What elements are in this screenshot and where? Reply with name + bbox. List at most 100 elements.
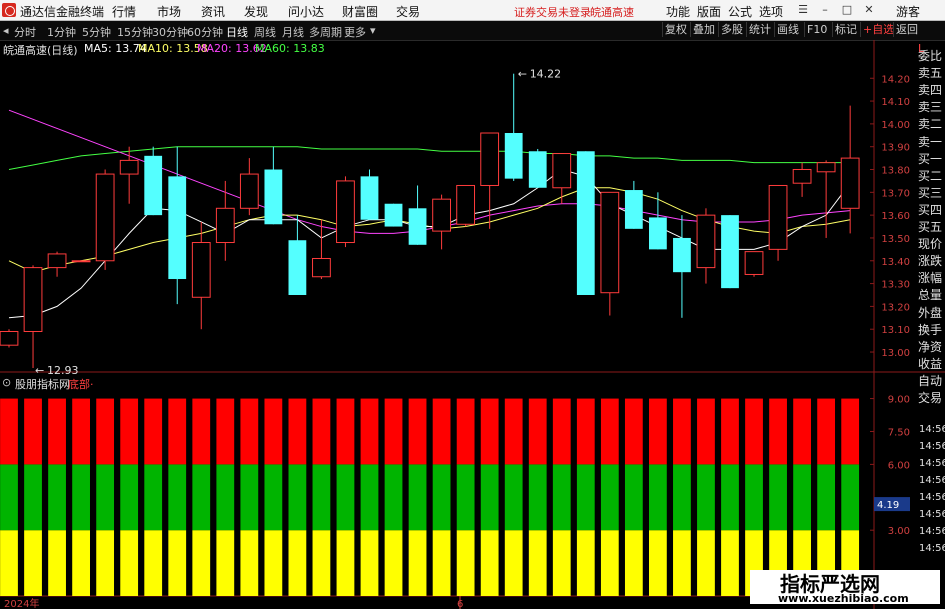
fq-button[interactable]: 复权 <box>662 22 689 37</box>
indicator-bar-segment <box>72 398 90 465</box>
maximize-icon[interactable]: □ <box>840 2 854 17</box>
kline-chart[interactable]: 14.20 14.10 14.00 13.90 13.80 13.70 13.60 13.50… <box>0 40 945 609</box>
candle-body <box>408 208 427 245</box>
menu-layout[interactable]: 版面 <box>697 3 721 20</box>
stats-button[interactable]: 统计 <box>746 22 773 37</box>
indicator-bar-segment <box>456 398 475 465</box>
price-tick-label: 14.20 <box>881 74 910 85</box>
candle-body <box>336 180 355 244</box>
price-tick-label: 13.20 <box>881 302 910 313</box>
indicator-bar-segment <box>504 530 523 596</box>
indicator-bar-segment <box>48 398 66 465</box>
tab-daily[interactable]: 日线 <box>226 24 248 40</box>
indicator-bar-segment <box>384 398 403 465</box>
indicator-bar-segment <box>144 530 163 596</box>
indicator-name: 股朋指标网 <box>15 378 70 391</box>
indicator-bar-segment <box>312 530 331 596</box>
draw-line-button[interactable]: 画线 <box>774 22 801 37</box>
indicator-current-value: 4.19 <box>877 500 899 511</box>
side-time: 14:56 <box>919 441 945 452</box>
menu-discover[interactable]: 发现 <box>244 3 268 20</box>
candle-body <box>504 133 523 179</box>
menu-quotes[interactable]: 行情 <box>112 3 136 20</box>
indicator-bar-segment <box>456 464 475 531</box>
indicator-bar-segment <box>528 464 547 531</box>
indicator-bar-segment <box>528 530 547 596</box>
menu-wealth[interactable]: 财富圈 <box>342 3 378 20</box>
indicator-bar-segment <box>240 464 259 531</box>
tab-60min[interactable]: 60分钟 <box>187 24 223 40</box>
indicator-bar-segment <box>168 464 187 531</box>
menu-options[interactable]: 选项 <box>759 3 783 20</box>
candle-body <box>552 153 572 189</box>
indicator-bar-segment <box>96 464 115 531</box>
side-label: 卖一 <box>918 134 943 149</box>
tab-15min[interactable]: 15分钟 <box>117 24 153 40</box>
side-time: 14:56 <box>919 458 945 469</box>
menu-trade[interactable]: 交易 <box>396 3 420 20</box>
indicator-bar-segment <box>552 464 571 531</box>
back-button[interactable]: 返回 <box>893 22 920 37</box>
close-icon[interactable]: ✕ <box>862 2 876 17</box>
side-time: 14:56 <box>919 509 945 520</box>
candle-body <box>239 173 259 209</box>
login-alert[interactable]: 证券交易未登录 <box>514 4 591 20</box>
indicator-bar-segment <box>264 398 283 465</box>
watermark-url: www.xuezhibiao.com <box>778 592 909 605</box>
price-tick-label: 13.90 <box>881 143 910 154</box>
menu-icon[interactable]: ☰ <box>796 2 810 17</box>
tab-30min[interactable]: 30分钟 <box>152 24 188 40</box>
candle-body <box>264 169 283 225</box>
side-label: 涨跌 <box>918 254 943 269</box>
indicator-bar-segment <box>216 530 235 596</box>
menu-function[interactable]: 功能 <box>666 3 690 20</box>
menu-ask[interactable]: 问小达 <box>288 3 324 20</box>
indicator-bar-segment <box>745 464 763 531</box>
toolbar-arrow-icon[interactable]: ◂ <box>3 24 9 37</box>
guest-label[interactable]: 游客 <box>896 3 920 20</box>
tab-5min[interactable]: 5分钟 <box>82 24 111 40</box>
indicator-bar-segment <box>120 530 139 596</box>
f10-button[interactable]: F10 <box>804 22 829 37</box>
tab-intraday[interactable]: 分时 <box>14 24 36 40</box>
mark-button[interactable]: 标记 <box>832 22 859 37</box>
tab-monthly[interactable]: 月线 <box>282 24 304 40</box>
candle-body <box>23 267 43 332</box>
ma60-legend: MA60: 13.83 <box>255 42 325 55</box>
indicator-toggle-icon[interactable]: ⊙ <box>2 376 11 389</box>
candle-body <box>840 157 860 209</box>
price-tick-label: 13.70 <box>881 188 910 199</box>
candle-body <box>480 132 500 186</box>
tab-more[interactable]: 更多 <box>344 24 366 40</box>
overlay-button[interactable]: 叠加 <box>690 22 717 37</box>
indicator-bar-segment <box>504 398 523 465</box>
tab-1min[interactable]: 1分钟 <box>47 24 76 40</box>
candle-body <box>215 207 235 244</box>
side-label: 自动 <box>918 373 943 388</box>
candle-body <box>384 203 403 227</box>
menu-market[interactable]: 市场 <box>157 3 181 20</box>
high-price-label: 14.22 <box>530 68 562 81</box>
side-label: 涨幅 <box>918 271 943 286</box>
minimize-icon[interactable]: – <box>818 2 832 17</box>
candle-body <box>432 198 451 232</box>
indicator-bar-segment <box>600 464 619 531</box>
more-chevron-icon[interactable]: ▾ <box>370 24 376 37</box>
indicator-bar-segment <box>192 530 211 596</box>
watermark: 指标严选网 www.xuezhibiao.com <box>750 570 940 605</box>
indicator-bar-segment <box>769 398 787 465</box>
tab-weekly[interactable]: 周线 <box>254 24 276 40</box>
menu-news[interactable]: 资讯 <box>201 3 225 20</box>
multi-stock-button[interactable]: 多股 <box>718 22 745 37</box>
indicator-bar-segment <box>432 464 451 531</box>
indicator-bar-segment <box>24 530 42 596</box>
indicator-bar-segment <box>0 464 18 531</box>
add-watchlist-button[interactable]: +自选 <box>860 22 896 37</box>
period-toolbar: ◂ 分时 1分钟 5分钟 15分钟 30分钟 60分钟 日线 周线 月线 多周期… <box>0 21 945 41</box>
indicator-bar-segment <box>264 464 283 531</box>
tab-multi-period[interactable]: 多周期 <box>309 24 342 40</box>
side-label: 交易 <box>918 391 943 405</box>
indicator-bar-segment <box>240 530 259 596</box>
indicator-bar-segment <box>216 464 235 531</box>
menu-formula[interactable]: 公式 <box>728 3 752 20</box>
